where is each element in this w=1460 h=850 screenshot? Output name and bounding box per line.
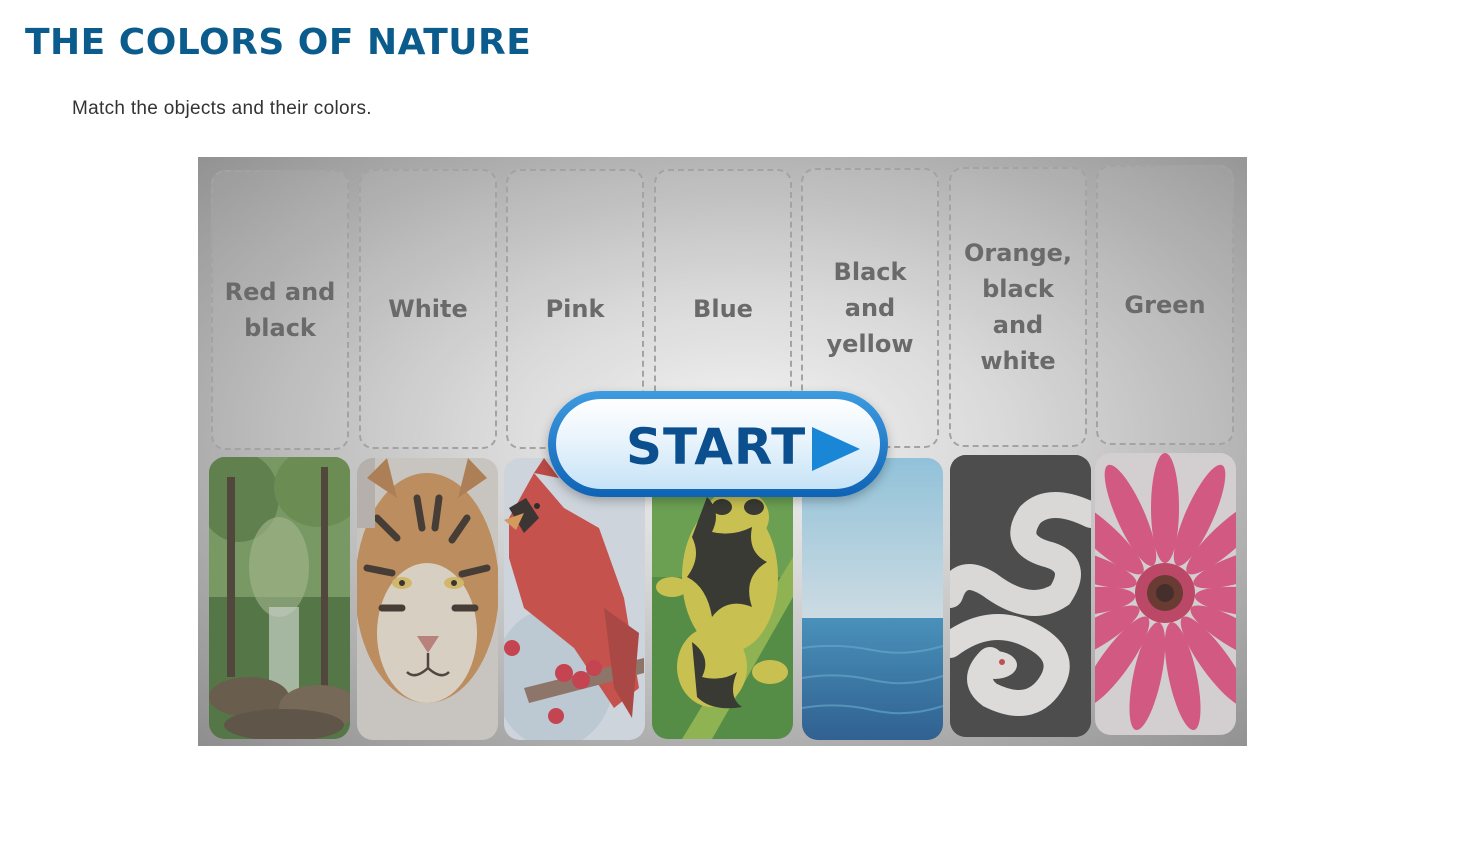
label-text: Black and yellow [826, 258, 914, 358]
photo-overlay [950, 455, 1091, 737]
label-card-red-and-black[interactable]: Red and black [211, 170, 349, 450]
label-text: Pink [545, 295, 605, 323]
photo-card-cardinal[interactable] [504, 458, 645, 740]
label-text: Red and black [224, 278, 336, 342]
photo-overlay [209, 457, 350, 739]
label-card-white[interactable]: White [359, 169, 497, 449]
label-card-orange-black-and-white[interactable]: Orange, black and white [949, 167, 1087, 447]
start-button-label: START [626, 418, 807, 476]
label-text: Green [1124, 291, 1206, 319]
label-text: Blue [693, 295, 753, 323]
photo-card-tiger[interactable] [357, 458, 498, 740]
photo-overlay [504, 458, 645, 740]
photo-overlay [1095, 453, 1236, 735]
label-text: White [388, 295, 468, 323]
photo-card-forest[interactable] [209, 457, 350, 739]
photo-card-flower[interactable] [1095, 453, 1236, 735]
photo-overlay [357, 458, 498, 740]
photo-card-sea[interactable] [802, 458, 943, 740]
page-title: THE COLORS OF NATURE [25, 22, 532, 63]
start-button[interactable]: START [548, 391, 888, 497]
photo-card-frog[interactable] [652, 457, 793, 739]
photo-overlay [802, 458, 943, 740]
photo-card-snake[interactable] [950, 455, 1091, 737]
label-card-green[interactable]: Green [1096, 165, 1234, 445]
play-icon [812, 427, 860, 471]
instructions-text: Match the objects and their colors. [72, 98, 372, 119]
matching-game: Red and black White Pink Blue Black and … [198, 157, 1247, 746]
photo-overlay [652, 457, 793, 739]
start-button-face: START [556, 399, 880, 489]
label-text: Orange, black and white [963, 239, 1073, 375]
